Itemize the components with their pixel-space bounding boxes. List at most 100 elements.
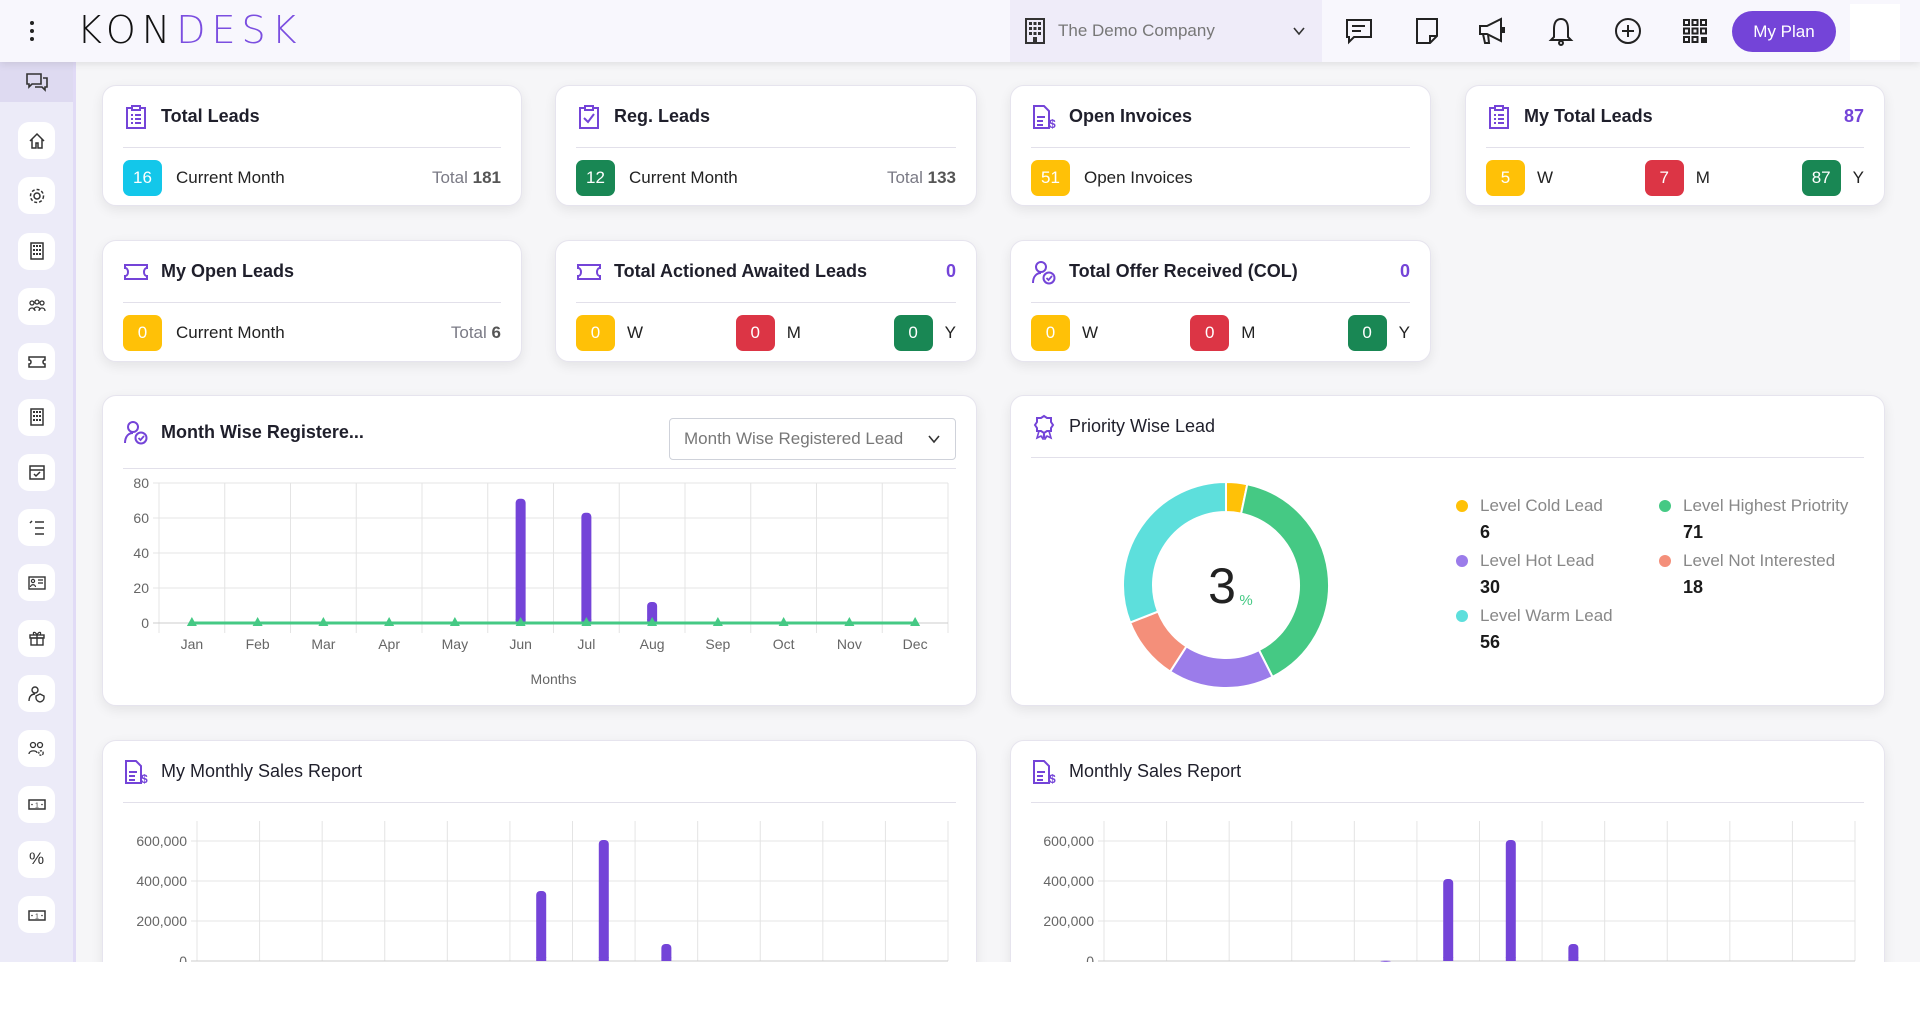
total-leads-card[interactable]: Total Leads 16 Current Month Total 181 xyxy=(102,85,522,206)
y-tick-label: 400,000 xyxy=(136,873,187,889)
sidebar-item-building[interactable] xyxy=(18,398,55,436)
week-label: W xyxy=(1537,168,1554,187)
sidebar-item-users-gear[interactable] xyxy=(18,730,55,768)
invoice-dollar-icon: $ xyxy=(125,759,148,785)
megaphone-icon[interactable] xyxy=(1476,14,1510,48)
y-tick-label: 600,000 xyxy=(1043,833,1094,849)
award-icon xyxy=(1033,414,1055,440)
card-title: Total Offer Received (COL) xyxy=(1069,261,1298,281)
team-icon xyxy=(27,299,46,312)
month-label: M xyxy=(1241,323,1256,342)
chevron-down-icon xyxy=(1293,27,1305,36)
total-value: Total 6 xyxy=(450,323,501,342)
x-tick-label: May xyxy=(442,636,468,652)
year-label: Y xyxy=(944,323,956,342)
y-tick-label: 200,000 xyxy=(136,913,187,929)
x-tick-label: Sep xyxy=(705,636,730,652)
y-tick-label: 80 xyxy=(133,475,149,491)
plus-circle-icon[interactable] xyxy=(1611,14,1645,48)
open-invoices-badge: 51 xyxy=(1031,160,1070,196)
offer-received-card[interactable]: Total Offer Received (COL) 0 0W 0M 0Y xyxy=(1010,240,1431,362)
bar-base xyxy=(1505,957,1516,961)
x-tick-label: Nov xyxy=(837,636,862,652)
legend-label: Level Hot Lead xyxy=(1480,551,1595,570)
legend-value: 71 xyxy=(1683,522,1704,542)
y-tick-label: 0 xyxy=(179,953,187,962)
ticket-icon xyxy=(577,263,601,280)
user-check-icon xyxy=(1032,260,1056,284)
legend-value: 30 xyxy=(1480,577,1501,597)
open-invoices-card[interactable]: $ Open Invoices 51 Open Invoices xyxy=(1010,85,1431,206)
sidebar-item-ticket[interactable] xyxy=(18,343,55,381)
calendar-check-icon xyxy=(28,465,45,481)
sidebar-chat-bubbles-icon[interactable] xyxy=(0,62,73,102)
current-month-label: Current Month xyxy=(176,323,285,342)
monthly-sales-card: $ Monthly Sales Report 0 200,000 400,000 60… xyxy=(1010,740,1885,962)
y-tick-label: 0 xyxy=(1086,953,1094,962)
sidebar-item-gear[interactable] xyxy=(18,177,55,215)
x-axis-title: Months xyxy=(531,671,577,687)
legend-item[interactable]: Level Not Interested 18 xyxy=(1659,551,1835,598)
sidebar-item-calendar-check[interactable] xyxy=(18,453,55,491)
chat-icon[interactable] xyxy=(1342,14,1376,48)
chart-title: Priority Wise Lead xyxy=(1069,416,1216,436)
legend-item[interactable]: Level Hot Lead 30 xyxy=(1456,551,1594,598)
donut-center-unit: % xyxy=(1239,592,1252,609)
sidebar-item-team[interactable] xyxy=(18,287,55,325)
month-wise-chart: 0 20 40 60 80 Jan Feb Mar Apr May Jun Jul Aug Sep Oct N… xyxy=(133,475,949,687)
x-tick-label: Mar xyxy=(311,636,335,652)
company-selector[interactable]: The Demo Company xyxy=(1010,0,1322,62)
legend-item[interactable]: Level Highest Priotrity 71 xyxy=(1659,496,1848,543)
y-tick-label: 40 xyxy=(133,545,149,561)
year-badge: 87 xyxy=(1801,160,1841,196)
reg-leads-card[interactable]: Reg. Leads 12 Current Month Total 133 xyxy=(555,85,977,206)
sidebar-item-home[interactable] xyxy=(18,122,55,159)
sidebar-item-checklist[interactable] xyxy=(18,509,55,547)
sidebar-item-id-card[interactable] xyxy=(18,564,55,602)
current-month-badge: 16 xyxy=(123,160,162,196)
user-avatar[interactable] xyxy=(1850,4,1900,60)
chart-type-select[interactable]: Month Wise Registered Lead xyxy=(669,418,956,460)
sidebar-item-cash[interactable]: 1 xyxy=(18,896,55,934)
bell-icon[interactable] xyxy=(1544,14,1578,48)
checklist-icon xyxy=(28,520,44,535)
x-tick-label: Apr xyxy=(378,636,400,652)
card-title: My Total Leads xyxy=(1524,106,1653,126)
sidebar-item-percent[interactable]: % xyxy=(18,840,55,878)
week-badge: 5 xyxy=(1486,160,1525,196)
month-badge: 7 xyxy=(1644,160,1684,196)
my-plan-button[interactable]: My Plan xyxy=(1732,11,1836,52)
sidebar-item-building[interactable] xyxy=(18,232,55,270)
svg-text:$: $ xyxy=(141,772,148,785)
legend-label: Level Highest Priotrity xyxy=(1683,496,1849,515)
sidebar-item-cash[interactable]: 1 xyxy=(18,785,55,823)
sidebar-item-gift[interactable] xyxy=(18,619,55,657)
chart-title: My Monthly Sales Report xyxy=(161,761,363,781)
y-tick-label: 60 xyxy=(133,510,149,526)
current-month-badge: 12 xyxy=(576,160,615,196)
my-total-leads-card[interactable]: My Total Leads 87 5W 7M 87 Y xyxy=(1465,85,1885,206)
legend-value: 56 xyxy=(1480,632,1501,652)
menu-kebab-icon[interactable] xyxy=(22,16,42,46)
sidebar-item-user-shield[interactable] xyxy=(18,675,55,712)
month-badge: 0 xyxy=(1190,315,1230,351)
card-count: 0 xyxy=(1399,261,1410,281)
y-tick-label: 20 xyxy=(133,580,149,596)
note-icon[interactable] xyxy=(1410,14,1444,48)
week-badge: 0 xyxy=(576,315,615,351)
my-open-leads-card[interactable]: My Open Leads 0 Current Month Total 6 xyxy=(102,240,522,362)
svg-text:1: 1 xyxy=(35,913,39,920)
bar xyxy=(1505,840,1516,961)
ticket-icon xyxy=(124,263,148,280)
legend-item[interactable]: Level Cold Lead 6 xyxy=(1456,496,1603,543)
kondesk-logo[interactable]: KONDESK xyxy=(77,10,303,50)
card-count: 87 xyxy=(1843,106,1864,126)
actioned-awaited-leads-card[interactable]: Total Actioned Awaited Leads 0 0W 0M 0Y xyxy=(555,240,977,362)
x-tick-label: Oct xyxy=(773,636,795,652)
my-monthly-sales-chart: 0 200,000 400,000 600,000 xyxy=(136,821,949,962)
apps-grid-icon[interactable] xyxy=(1678,14,1712,48)
year-badge: 0 xyxy=(893,315,933,351)
legend-item[interactable]: Level Warm Lead 56 xyxy=(1456,606,1613,653)
bar xyxy=(536,891,547,961)
current-month-badge: 0 xyxy=(123,315,162,351)
